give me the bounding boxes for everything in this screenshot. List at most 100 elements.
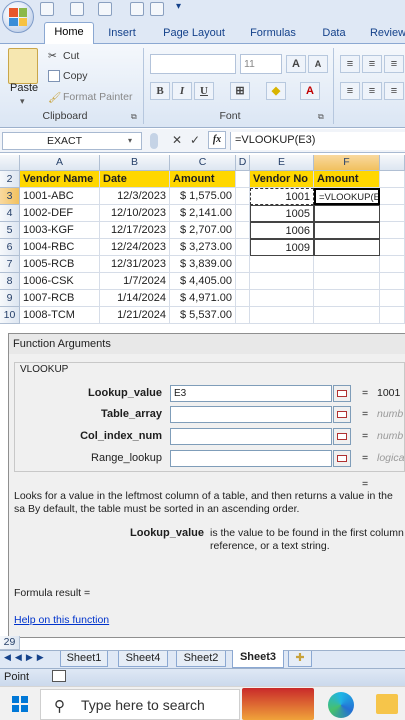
cell[interactable]: [380, 290, 405, 307]
cell[interactable]: [250, 290, 314, 307]
print-preview-icon[interactable]: [150, 2, 164, 16]
underline-button[interactable]: U: [194, 82, 214, 100]
align-top-icon[interactable]: ≡: [340, 55, 360, 73]
dialog-launcher-icon[interactable]: ⧉: [131, 112, 137, 122]
grow-font-icon[interactable]: A: [286, 55, 306, 73]
arg-input[interactable]: [170, 406, 332, 423]
insert-sheet-icon[interactable]: ✚: [288, 651, 312, 667]
table-cell[interactable]: $ 3,273.00: [170, 239, 236, 256]
cut-button[interactable]: ✂ Cut: [48, 50, 79, 62]
cell[interactable]: [314, 290, 380, 307]
windows-start-icon[interactable]: [12, 696, 28, 712]
italic-button[interactable]: I: [172, 82, 192, 100]
cell[interactable]: [380, 239, 405, 256]
paste-icon[interactable]: [8, 48, 38, 84]
table-cell[interactable]: $ 4,971.00: [170, 290, 236, 307]
cell[interactable]: [250, 256, 314, 273]
align-right-icon[interactable]: ≡: [384, 82, 404, 100]
table-cell[interactable]: 1004-RBC: [20, 239, 100, 256]
row-header-8[interactable]: 8: [0, 273, 20, 290]
column-header-b[interactable]: B: [100, 155, 170, 171]
lookup-header-cell[interactable]: Vendor No: [250, 171, 314, 188]
fill-color-icon[interactable]: ◆: [266, 82, 286, 100]
table-cell[interactable]: $ 2,707.00: [170, 222, 236, 239]
cell[interactable]: [380, 256, 405, 273]
table-cell[interactable]: 1002-DEF: [20, 205, 100, 222]
collapse-dialog-icon[interactable]: [333, 450, 351, 467]
cell[interactable]: [380, 205, 405, 222]
lookup-value-cell[interactable]: 1009: [250, 239, 314, 256]
table-cell[interactable]: 1003-KGF: [20, 222, 100, 239]
column-header-c[interactable]: C: [170, 155, 236, 171]
align-middle-icon[interactable]: ≡: [362, 55, 382, 73]
align-center-icon[interactable]: ≡: [362, 82, 382, 100]
customize-qat-icon[interactable]: ▾: [176, 1, 181, 12]
table-header-cell[interactable]: Amount: [170, 171, 236, 188]
cell[interactable]: [236, 256, 250, 273]
table-cell[interactable]: 12/10/2023: [100, 205, 170, 222]
row-header-6[interactable]: 6: [0, 239, 20, 256]
cell[interactable]: [236, 290, 250, 307]
table-header-cell[interactable]: Date: [100, 171, 170, 188]
table-header-cell[interactable]: Vendor Name: [20, 171, 100, 188]
office-button[interactable]: [2, 1, 34, 33]
table-cell[interactable]: 1007-RCB: [20, 290, 100, 307]
edge-browser-icon[interactable]: [328, 692, 354, 718]
cancel-icon[interactable]: ✕: [172, 133, 182, 147]
cell[interactable]: [236, 307, 250, 324]
cell[interactable]: [314, 307, 380, 324]
cell[interactable]: [380, 307, 405, 324]
name-box-dropdown-icon[interactable]: ▾: [128, 136, 132, 145]
font-size-combo[interactable]: 11: [240, 54, 282, 74]
referenced-cell-e3[interactable]: 1001: [250, 188, 314, 205]
file-explorer-icon[interactable]: [376, 694, 398, 714]
insert-function-icon[interactable]: fx: [208, 131, 226, 149]
tab-insert[interactable]: Insert: [100, 24, 144, 44]
column-header-a[interactable]: A: [20, 155, 100, 171]
undo-icon[interactable]: [70, 2, 84, 16]
collapse-dialog-icon[interactable]: [333, 428, 351, 445]
lookup-header-cell[interactable]: Amount: [314, 171, 380, 188]
font-dialog-launcher-icon[interactable]: ⧉: [318, 112, 324, 122]
cell[interactable]: [236, 273, 250, 290]
tab-data[interactable]: Data: [314, 24, 354, 44]
taskbar-search-box[interactable]: Type here to search: [40, 689, 240, 720]
cell[interactable]: [236, 188, 250, 205]
select-all-corner[interactable]: [0, 155, 20, 171]
lookup-amount-cell[interactable]: [314, 239, 380, 256]
table-cell[interactable]: 1001-ABC: [20, 188, 100, 205]
font-color-icon[interactable]: A: [300, 82, 320, 100]
borders-icon[interactable]: ⊞: [230, 82, 250, 100]
font-name-combo[interactable]: [150, 54, 236, 74]
arg-input[interactable]: [170, 450, 332, 467]
cell[interactable]: [236, 171, 250, 188]
table-cell[interactable]: 12/31/2023: [100, 256, 170, 273]
news-widget-icon[interactable]: [242, 688, 314, 720]
table-cell[interactable]: 1/21/2024: [100, 307, 170, 324]
cell[interactable]: [380, 188, 405, 205]
column-header-g[interactable]: [380, 155, 405, 171]
splitter-handle[interactable]: [150, 133, 158, 149]
align-left-icon[interactable]: ≡: [340, 82, 360, 100]
lookup-amount-cell[interactable]: [314, 222, 380, 239]
table-cell[interactable]: 1008-TCM: [20, 307, 100, 324]
row-header-4[interactable]: 4: [0, 205, 20, 222]
cell[interactable]: [236, 222, 250, 239]
arg-input[interactable]: E3: [170, 385, 332, 402]
cell[interactable]: [236, 205, 250, 222]
shrink-font-icon[interactable]: A: [308, 55, 328, 73]
row-header-3[interactable]: 3: [0, 188, 20, 205]
enter-icon[interactable]: ✓: [190, 133, 200, 147]
cell[interactable]: [314, 256, 380, 273]
cell[interactable]: [250, 273, 314, 290]
copy-button[interactable]: Copy: [48, 70, 88, 82]
table-cell[interactable]: $ 2,141.00: [170, 205, 236, 222]
sheet-tab-sheet1[interactable]: Sheet1: [60, 651, 108, 667]
save-icon[interactable]: [40, 2, 54, 16]
cell[interactable]: [314, 273, 380, 290]
table-cell[interactable]: 12/24/2023: [100, 239, 170, 256]
column-header-f[interactable]: F: [314, 155, 380, 171]
table-cell[interactable]: $ 5,537.00: [170, 307, 236, 324]
row-header-5[interactable]: 5: [0, 222, 20, 239]
row-header-9[interactable]: 9: [0, 290, 20, 307]
